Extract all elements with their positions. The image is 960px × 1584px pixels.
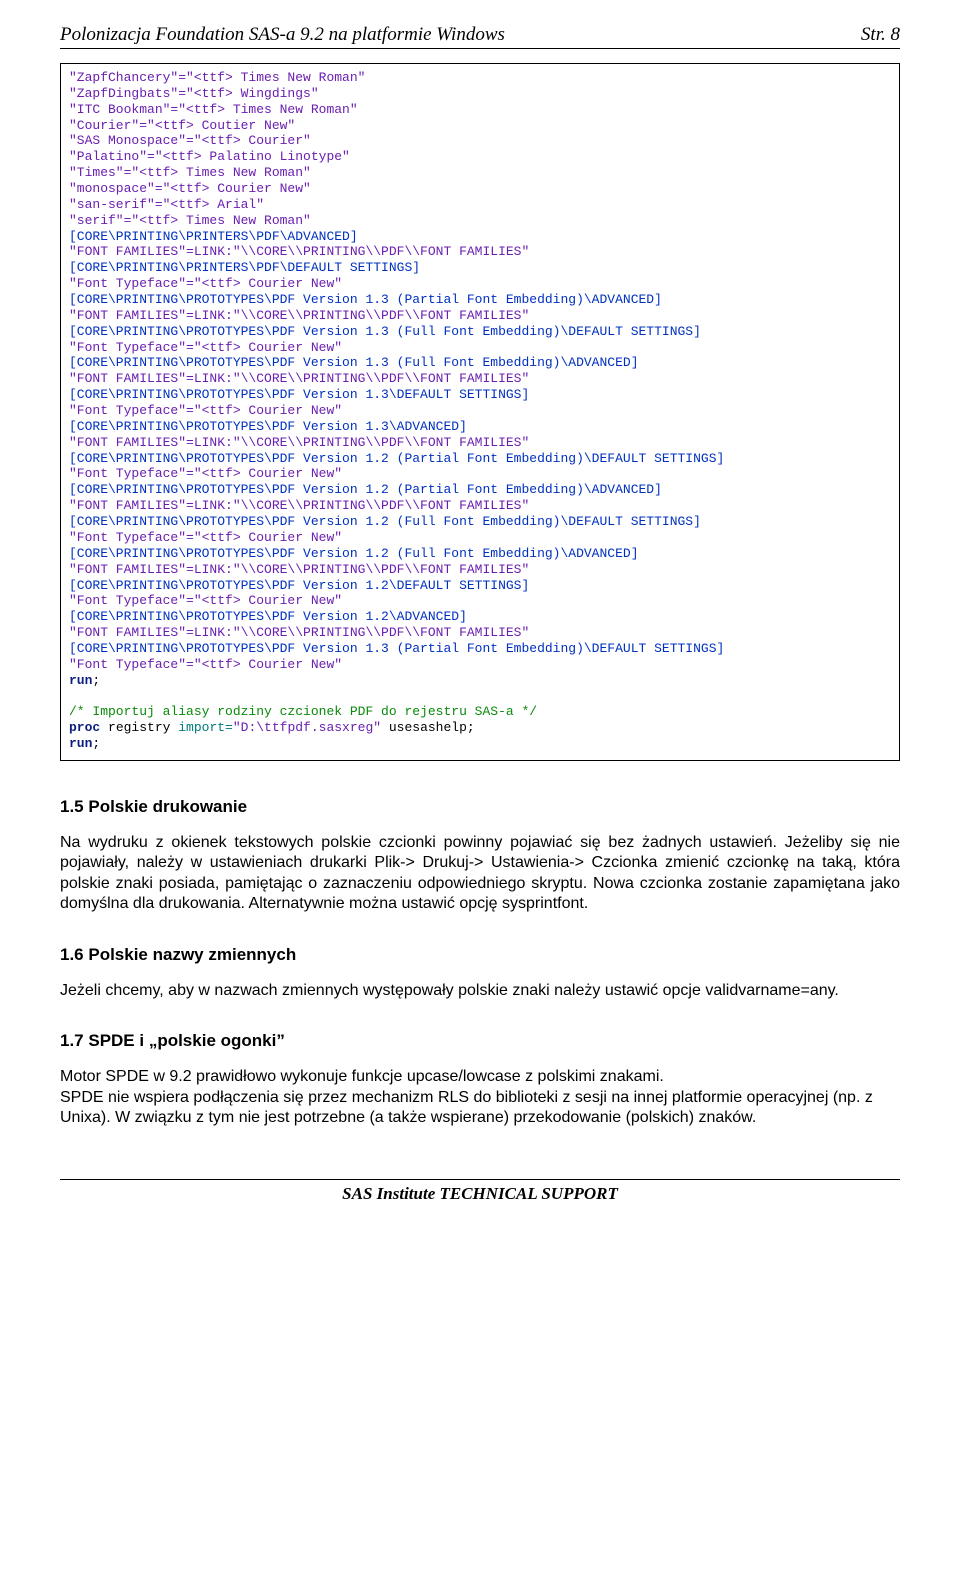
code-box: "ZapfChancery"="<ttf> Times New Roman""Z… [60, 63, 900, 761]
section-1-7-paragraph: Motor SPDE w 9.2 prawidłowo wykonuje fun… [60, 1067, 900, 1128]
page-container: Polonizacja Foundation SAS-a 9.2 na plat… [0, 0, 960, 1244]
code-line: "ITC Bookman"="<ttf> Times New Roman" [69, 102, 891, 118]
code-line: [CORE\PRINTING\PROTOTYPES\PDF Version 1.… [69, 546, 891, 562]
page-footer: SAS Institute TECHNICAL SUPPORT [60, 1179, 900, 1204]
section-1-7-title: 1.7 SPDE i „polskie ogonki” [60, 1031, 900, 1051]
code-line: [CORE\PRINTING\PROTOTYPES\PDF Version 1.… [69, 609, 891, 625]
header-title: Polonizacja Foundation SAS-a 9.2 na plat… [60, 24, 505, 46]
code-line: "Font Typeface"="<ttf> Courier New" [69, 530, 891, 546]
code-line: run; [69, 673, 891, 689]
code-line: "Courier"="<ttf> Coutier New" [69, 118, 891, 134]
code-line: [CORE\PRINTING\PROTOTYPES\PDF Version 1.… [69, 514, 891, 530]
code-line: "Font Typeface"="<ttf> Courier New" [69, 403, 891, 419]
code-line: run; [69, 736, 891, 752]
page-header: Polonizacja Foundation SAS-a 9.2 na plat… [60, 24, 900, 49]
section-1-6-title: 1.6 Polskie nazwy zmiennych [60, 945, 900, 965]
section-1-6-paragraph: Jeżeli chcemy, aby w nazwach zmiennych w… [60, 981, 900, 1001]
code-line: [CORE\PRINTING\PRINTERS\PDF\DEFAULT SETT… [69, 260, 891, 276]
code-line: [CORE\PRINTING\PROTOTYPES\PDF Version 1.… [69, 355, 891, 371]
footer-text: SAS Institute TECHNICAL SUPPORT [342, 1184, 618, 1203]
code-line: "Font Typeface"="<ttf> Courier New" [69, 466, 891, 482]
code-line: proc registry import="D:\ttfpdf.sasxreg"… [69, 720, 891, 736]
code-line: "Font Typeface"="<ttf> Courier New" [69, 593, 891, 609]
code-line: "FONT FAMILIES"=LINK:"\\CORE\\PRINTING\\… [69, 625, 891, 641]
code-line: "serif"="<ttf> Times New Roman" [69, 213, 891, 229]
code-line: [CORE\PRINTING\PROTOTYPES\PDF Version 1.… [69, 324, 891, 340]
code-line: [CORE\PRINTING\PROTOTYPES\PDF Version 1.… [69, 641, 891, 657]
code-line: [CORE\PRINTING\PROTOTYPES\PDF Version 1.… [69, 292, 891, 308]
code-line: "FONT FAMILIES"=LINK:"\\CORE\\PRINTING\\… [69, 435, 891, 451]
header-page-number: Str. 8 [861, 24, 900, 46]
code-line: "SAS Monospace"="<ttf> Courier" [69, 133, 891, 149]
code-line: "Font Typeface"="<ttf> Courier New" [69, 657, 891, 673]
section-1-5-title: 1.5 Polskie drukowanie [60, 797, 900, 817]
section-1-5-paragraph: Na wydruku z okienek tekstowych polskie … [60, 833, 900, 915]
code-line: [CORE\PRINTING\PROTOTYPES\PDF Version 1.… [69, 578, 891, 594]
code-line: "FONT FAMILIES"=LINK:"\\CORE\\PRINTING\\… [69, 498, 891, 514]
code-line: "Font Typeface"="<ttf> Courier New" [69, 340, 891, 356]
code-line: [CORE\PRINTING\PROTOTYPES\PDF Version 1.… [69, 419, 891, 435]
code-line: [CORE\PRINTING\PRINTERS\PDF\ADVANCED] [69, 229, 891, 245]
code-line: [CORE\PRINTING\PROTOTYPES\PDF Version 1.… [69, 482, 891, 498]
code-line: "Font Typeface"="<ttf> Courier New" [69, 276, 891, 292]
code-line: "san-serif"="<ttf> Arial" [69, 197, 891, 213]
code-line: "Times"="<ttf> Times New Roman" [69, 165, 891, 181]
code-comment: /* Importuj aliasy rodziny czcionek PDF … [69, 704, 891, 720]
code-line: [CORE\PRINTING\PROTOTYPES\PDF Version 1.… [69, 451, 891, 467]
code-line [69, 689, 891, 705]
code-line: "FONT FAMILIES"=LINK:"\\CORE\\PRINTING\\… [69, 371, 891, 387]
code-line: [CORE\PRINTING\PROTOTYPES\PDF Version 1.… [69, 387, 891, 403]
code-line: "Palatino"="<ttf> Palatino Linotype" [69, 149, 891, 165]
code-line: "monospace"="<ttf> Courier New" [69, 181, 891, 197]
code-line: "FONT FAMILIES"=LINK:"\\CORE\\PRINTING\\… [69, 244, 891, 260]
code-line: "ZapfDingbats"="<ttf> Wingdings" [69, 86, 891, 102]
code-line: "ZapfChancery"="<ttf> Times New Roman" [69, 70, 891, 86]
code-line: "FONT FAMILIES"=LINK:"\\CORE\\PRINTING\\… [69, 308, 891, 324]
code-line: "FONT FAMILIES"=LINK:"\\CORE\\PRINTING\\… [69, 562, 891, 578]
